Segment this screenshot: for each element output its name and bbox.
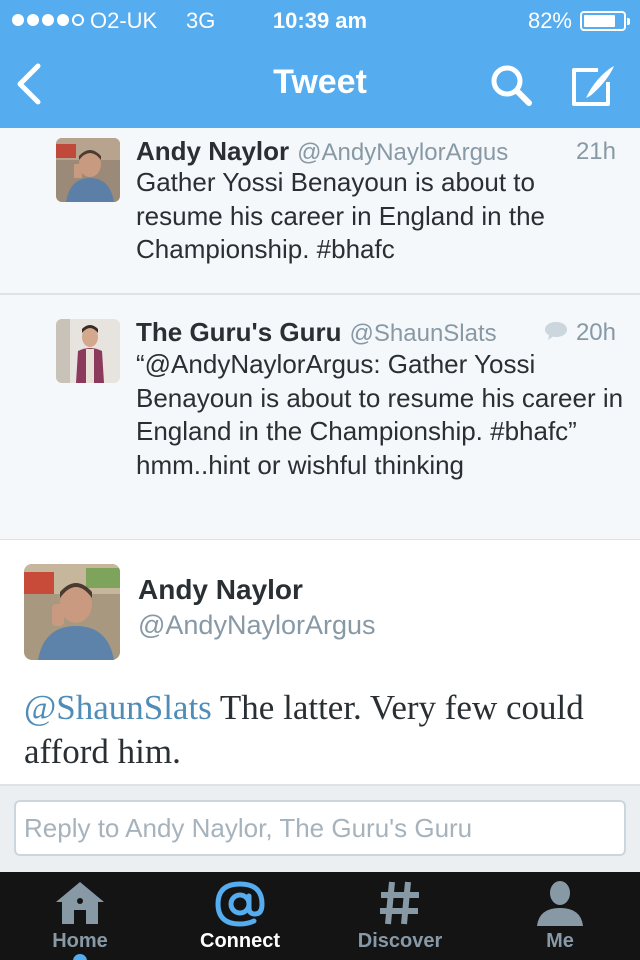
author-handle[interactable]: @AndyNaylorArgus — [138, 610, 376, 641]
battery-icon — [580, 11, 630, 31]
author-handle[interactable]: @ShaunSlats — [350, 320, 497, 347]
tab-home-label: Home — [52, 930, 108, 952]
tab-me-label: Me — [546, 930, 574, 952]
search-button[interactable] — [488, 62, 534, 108]
status-bar: O2-UK 3G 10:39 am 82% — [0, 0, 640, 40]
author-handle[interactable]: @AndyNaylorArgus — [297, 139, 508, 166]
notification-dot — [73, 954, 87, 960]
tab-bar: Home Connect Discover Me — [0, 872, 640, 960]
tweet-item[interactable]: Andy Naylor @AndyNaylorArgus 21h Gather Y… — [0, 128, 640, 295]
tweet-text: Gather Yossi Benayoun is about to resume… — [136, 167, 546, 264]
page-title: Tweet — [273, 63, 367, 101]
compose-button[interactable] — [568, 62, 620, 108]
back-button[interactable] — [12, 62, 52, 106]
reply-bar — [0, 786, 640, 872]
tab-home[interactable]: Home — [0, 872, 160, 960]
mention-link[interactable]: @ShaunSlats — [24, 688, 212, 727]
chevron-left-icon — [17, 63, 41, 105]
tweet-author[interactable]: Andy Naylor @AndyNaylorArgus — [136, 136, 508, 167]
speech-bubble-icon — [545, 322, 567, 340]
tweet-time: 21h — [575, 138, 616, 165]
avatar[interactable] — [24, 564, 120, 660]
author-name[interactable]: Andy Naylor — [136, 136, 289, 166]
author-name[interactable]: Andy Naylor — [138, 574, 303, 606]
reply-input[interactable] — [14, 800, 626, 856]
home-icon — [56, 882, 104, 924]
avatar[interactable] — [56, 138, 120, 202]
battery-percent: 82% — [527, 8, 572, 33]
tab-connect-label: Connect — [200, 930, 280, 952]
tab-connect[interactable]: Connect — [160, 872, 320, 960]
tab-me[interactable]: Me — [480, 872, 640, 960]
tweet-text: @ShaunSlats The latter. Very few could a… — [24, 686, 604, 774]
hashtag-icon — [380, 881, 419, 925]
at-icon — [215, 881, 265, 927]
top-bar: O2-UK 3G 10:39 am 82% Tweet — [0, 0, 640, 128]
tweet-author[interactable]: The Guru's Guru @ShaunSlats — [136, 317, 497, 348]
avatar[interactable] — [56, 319, 120, 383]
tab-discover-label: Discover — [357, 930, 443, 952]
author-name[interactable]: The Guru's Guru — [136, 317, 342, 347]
tweet-item[interactable]: The Guru's Guru @ShaunSlats 20h “@AndyNay… — [0, 295, 640, 541]
compose-icon — [572, 66, 614, 106]
focused-tweet: Andy Naylor @AndyNaylorArgus @ShaunSlats… — [0, 540, 640, 786]
tweet-time: 20h — [575, 319, 616, 346]
tweet-text: “@AndyNaylorArgus: Gather Yossi Benayoun… — [136, 349, 624, 480]
search-icon — [491, 65, 532, 106]
person-icon — [537, 881, 583, 926]
tab-discover[interactable]: Discover — [320, 872, 480, 960]
